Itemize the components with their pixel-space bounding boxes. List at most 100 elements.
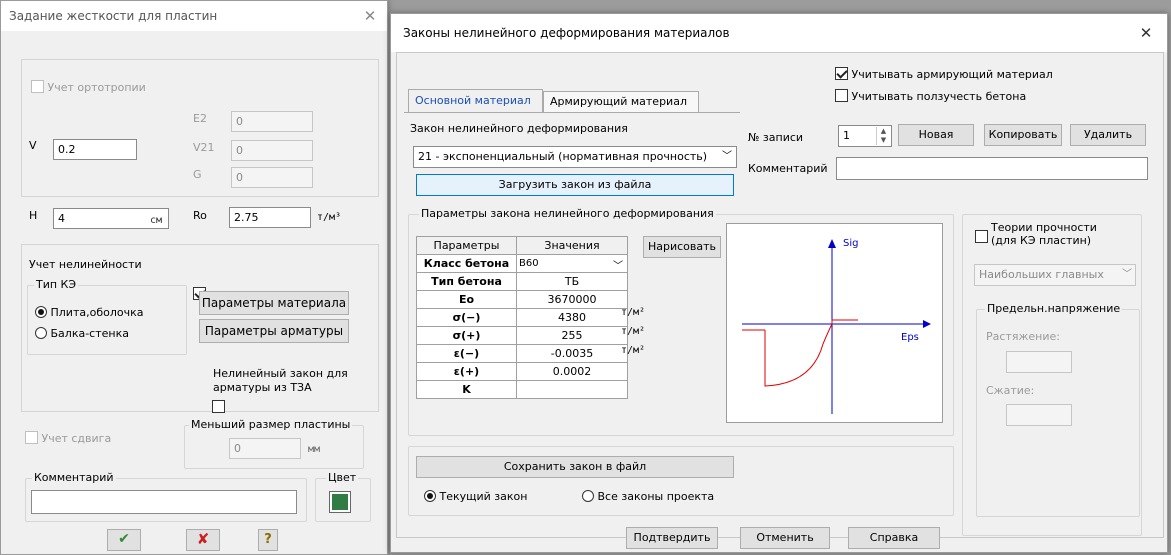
red-x-icon: ✘ <box>196 530 210 548</box>
theory-select[interactable]: Наибольших главных ﹀ <box>974 264 1136 286</box>
tab-main-material-label: Основной материал <box>415 94 531 107</box>
close-icon[interactable]: ✕ <box>359 1 381 31</box>
material-params-button[interactable]: Параметры материала <box>199 291 349 315</box>
close-icon[interactable]: ✕ <box>1135 14 1157 52</box>
ro-label: Ro <box>193 209 207 222</box>
header-params: Параметры <box>416 236 517 255</box>
param-cell: σ(+) <box>416 326 517 345</box>
consider-rebar-label: Учитывать армирующий материал <box>851 68 1053 81</box>
radio-current-law[interactable]: Текущий закон <box>424 490 527 503</box>
record-no-field[interactable]: 1 ▲ ▼ <box>838 125 892 147</box>
fe-type-group: Тип КЭ <box>27 278 187 355</box>
comment-field[interactable] <box>31 490 297 514</box>
tension-field[interactable] <box>1006 351 1072 373</box>
help-button[interactable]: ? <box>258 529 278 551</box>
shear-checkbox-row[interactable]: Учет сдвига <box>25 431 111 445</box>
value-cell[interactable]: 255 <box>516 326 628 345</box>
ok-button[interactable]: ✔ <box>107 529 141 551</box>
min-size-unit: мм <box>308 444 321 455</box>
chevron-down-icon: ﹀ <box>1122 269 1132 280</box>
radio-plate-button[interactable] <box>35 306 47 318</box>
consider-rebar-checkbox[interactable] <box>835 67 848 80</box>
orthotropy-label: Учет ортотропии <box>47 81 146 94</box>
consider-rebar-row[interactable]: Учитывать армирующий материал <box>835 67 1053 81</box>
draw-button[interactable]: Нарисовать <box>643 236 721 258</box>
strength-theories-checkbox[interactable] <box>975 230 988 243</box>
value-cell[interactable] <box>516 380 628 399</box>
table-row: Тип бетона ТБ <box>416 272 628 291</box>
param-cell: ε(+) <box>416 362 517 381</box>
v21-field[interactable]: 0 <box>231 140 313 161</box>
value-cell[interactable]: ТБ <box>516 272 628 291</box>
law-select[interactable]: 21 - экспоненциальный (нормативная прочн… <box>413 146 737 168</box>
eps-axis-arrow <box>923 320 931 328</box>
chevron-down-icon: ﹀ <box>613 261 623 272</box>
radio-all-laws-button[interactable] <box>582 490 594 502</box>
radio-all-laws[interactable]: Все законы проекта <box>582 490 714 503</box>
h-field[interactable]: 4 см <box>53 208 169 229</box>
copy-record-button[interactable]: Копировать <box>984 124 1062 146</box>
consider-creep-row[interactable]: Учитывать ползучесть бетона <box>835 89 1026 103</box>
limit-stress-label: Предельн.напряжение <box>985 302 1123 315</box>
shear-checkbox[interactable] <box>25 431 38 444</box>
table-row: Eo 3670000 <box>416 290 628 309</box>
nonlinear-rebar-checkbox[interactable] <box>211 400 225 413</box>
value-cell[interactable]: -0.0035 <box>516 344 628 363</box>
ro-field[interactable]: 2.75 <box>229 207 311 228</box>
stiffness-dialog: Задание жесткости для пластин ✕ Учет орт… <box>0 0 388 555</box>
radio-beam-wall-button[interactable] <box>35 327 47 339</box>
confirm-button[interactable]: Подтвердить <box>626 527 718 549</box>
class-label: Класс бетона <box>416 254 517 273</box>
table-row: Класс бетона B60 ﹀ <box>416 254 628 273</box>
plot-y-label: Sig <box>843 238 859 249</box>
class-select[interactable]: B60 ﹀ <box>516 254 628 273</box>
load-law-button[interactable]: Загрузить закон из файла <box>416 174 734 196</box>
color-swatch <box>332 494 348 510</box>
table-row: σ(−) 4380 <box>416 308 628 327</box>
value-cell[interactable]: 0.0002 <box>516 362 628 381</box>
help-laws-button[interactable]: Справка <box>848 527 940 549</box>
new-record-button[interactable]: Новая <box>898 124 974 146</box>
comment-field-right[interactable] <box>836 157 1148 180</box>
v21-label: V21 <box>193 141 215 154</box>
radio-beam-wall-label: Балка-стенка <box>50 327 129 340</box>
value-cell[interactable]: 4380 <box>516 308 628 327</box>
radio-beam-wall[interactable]: Балка-стенка <box>35 327 129 340</box>
radio-current-law-label: Текущий закон <box>439 490 528 503</box>
tension-label: Растяжение: <box>986 330 1060 343</box>
delete-record-button[interactable]: Удалить <box>1070 124 1146 146</box>
tab-rebar-material[interactable]: Армирующий материал <box>543 91 699 113</box>
orthotropy-checkbox[interactable] <box>31 80 44 93</box>
law-plot: Sig Eps <box>726 223 943 423</box>
cancel-button[interactable]: ✘ <box>186 529 220 551</box>
strength-theories-row[interactable]: Теории прочности (для КЭ пластин) <box>975 221 1097 247</box>
radio-current-law-button[interactable] <box>424 490 436 502</box>
consider-creep-label: Учитывать ползучесть бетона <box>851 90 1027 103</box>
rebar-params-button[interactable]: Параметры арматуры <box>199 319 349 343</box>
h-value: 4 <box>58 212 65 225</box>
cancel-laws-button[interactable]: Отменить <box>740 527 830 549</box>
h-unit: см <box>149 215 162 226</box>
consider-creep-checkbox[interactable] <box>835 89 848 102</box>
nonlinear-laws-title: Законы нелинейного деформирования матери… <box>403 26 730 40</box>
min-size-field[interactable]: 0 <box>229 438 301 459</box>
record-no-label: № записи <box>748 131 804 144</box>
tab-main-material[interactable]: Основной материал <box>408 89 543 113</box>
param-cell: K <box>416 380 517 399</box>
orthotropy-checkbox-row[interactable]: Учет ортотропии <box>31 80 146 94</box>
spinner-arrows-icon[interactable]: ▲ ▼ <box>876 127 890 145</box>
compression-field[interactable] <box>1006 404 1072 426</box>
nonlinearity-label: Учет нелинейности <box>29 258 142 271</box>
tab-rebar-material-label: Армирующий материал <box>550 95 687 108</box>
e2-label: E2 <box>193 112 207 125</box>
nonlinear-laws-titlebar: Законы нелинейного деформирования матери… <box>391 14 1167 52</box>
g-field[interactable]: 0 <box>231 167 313 188</box>
e2-field[interactable]: 0 <box>231 111 313 132</box>
save-law-button[interactable]: Сохранить закон в файл <box>416 456 734 478</box>
g-label: G <box>193 168 202 181</box>
tab-page <box>404 112 740 114</box>
v-field[interactable]: 0.2 <box>53 139 137 160</box>
color-swatch-button[interactable] <box>329 491 351 513</box>
radio-plate[interactable]: Плита,оболочка <box>35 306 143 319</box>
value-cell[interactable]: 3670000 <box>516 290 628 309</box>
